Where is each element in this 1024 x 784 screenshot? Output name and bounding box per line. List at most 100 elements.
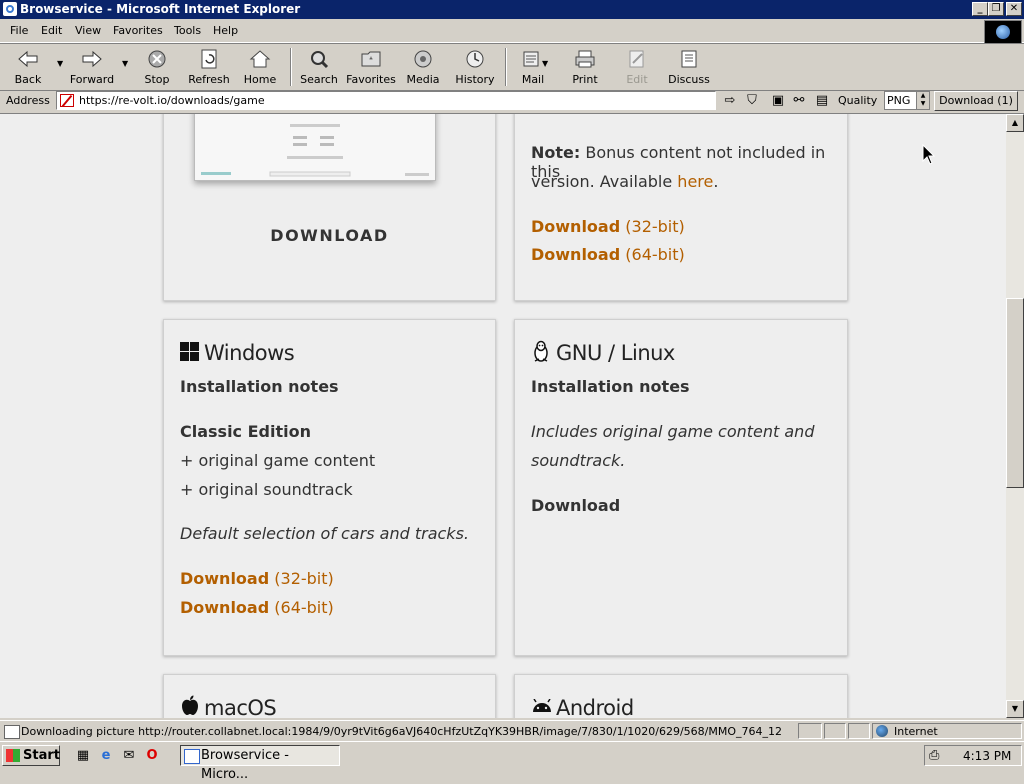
arch-label: (64-bit) bbox=[274, 598, 334, 617]
forward-arrow-icon bbox=[82, 50, 102, 68]
edit-button[interactable]: Edit bbox=[612, 48, 662, 86]
minimize-button[interactable]: _ bbox=[972, 2, 988, 16]
discuss-button[interactable]: Discuss bbox=[664, 48, 714, 86]
forward-dropdown-icon[interactable]: ▼ bbox=[122, 59, 128, 68]
system-tray: ⎙ 4:13 PM bbox=[924, 745, 1022, 766]
windows-download-32bit-link[interactable]: Download (32-bit) bbox=[180, 569, 334, 588]
discuss-icon bbox=[681, 50, 697, 68]
tux-penguin-icon bbox=[534, 340, 548, 362]
favorites-folder-icon bbox=[361, 51, 381, 67]
linux-description-line: soundtrack. bbox=[531, 451, 626, 470]
window-titlebar[interactable]: Browservice - Microsoft Internet Explore… bbox=[0, 0, 1024, 19]
windows-download-64bit-link[interactable]: Download (64-bit) bbox=[180, 598, 334, 617]
clipboard-icon[interactable]: ▤ bbox=[814, 93, 830, 109]
mail-icon bbox=[523, 51, 539, 67]
show-desktop-icon[interactable]: ▦ bbox=[74, 747, 92, 765]
macos-title: macOS bbox=[204, 696, 277, 718]
feature-item: + original soundtrack bbox=[180, 480, 353, 499]
back-dropdown-icon[interactable]: ▼ bbox=[57, 59, 63, 68]
go-arrow-icon[interactable]: ⇨ bbox=[722, 93, 738, 109]
outlook-express-icon[interactable]: ✉ bbox=[120, 747, 138, 765]
close-button[interactable]: ✕ bbox=[1006, 2, 1022, 16]
windows-installation-notes-link[interactable]: Installation notes bbox=[180, 377, 339, 396]
toolbar-separator bbox=[505, 48, 507, 86]
restore-button[interactable]: ❐ bbox=[988, 2, 1004, 16]
feature-item: + original game content bbox=[180, 451, 376, 470]
arch-label: (64-bit) bbox=[625, 245, 685, 264]
menu-file[interactable]: File bbox=[10, 24, 28, 37]
task-label: Browservice - Micro... bbox=[201, 748, 289, 782]
print-button[interactable]: Print bbox=[560, 48, 610, 86]
home-button[interactable]: Home bbox=[235, 48, 285, 86]
status-pane bbox=[798, 723, 822, 739]
history-icon bbox=[466, 50, 484, 68]
menu-help[interactable]: Help bbox=[213, 24, 238, 37]
linux-card: GNU / Linux Installation notes Includes … bbox=[514, 319, 848, 656]
download-64bit-link[interactable]: Download (64-bit) bbox=[531, 245, 685, 264]
quality-spinner-icon[interactable]: ▲ ▼ bbox=[916, 92, 929, 109]
android-card: Android bbox=[514, 674, 848, 718]
opera-icon[interactable]: O bbox=[143, 747, 161, 765]
windows-flag-icon bbox=[6, 749, 20, 762]
history-button[interactable]: History bbox=[450, 48, 500, 86]
address-field[interactable] bbox=[56, 91, 716, 110]
scroll-up-icon[interactable]: ▲ bbox=[1006, 114, 1024, 132]
note-period: . bbox=[713, 172, 719, 191]
stop-button[interactable]: Stop bbox=[132, 48, 182, 86]
taskbar: Start ▦ e ✉ O Browservice - Micro... ⎙ 4… bbox=[0, 741, 1024, 782]
back-button[interactable]: Back bbox=[3, 48, 53, 86]
windows-logo-icon bbox=[180, 342, 199, 361]
toolbar-separator bbox=[290, 48, 292, 86]
menu-edit[interactable]: Edit bbox=[41, 24, 62, 37]
windows-title: Windows bbox=[204, 341, 295, 365]
linux-installation-notes-link[interactable]: Installation notes bbox=[531, 377, 690, 396]
mail-dropdown-icon[interactable]: ▼ bbox=[542, 59, 548, 68]
mail-button[interactable]: Mail bbox=[508, 48, 558, 86]
internet-explorer-icon[interactable]: e bbox=[97, 747, 115, 765]
apple-logo-icon bbox=[182, 695, 198, 715]
download-32bit-link[interactable]: Download (32-bit) bbox=[531, 217, 685, 236]
download-label: Download bbox=[531, 245, 621, 264]
start-button[interactable]: Start bbox=[2, 745, 60, 766]
internet-globe-icon bbox=[876, 725, 888, 737]
scroll-thumb[interactable] bbox=[1006, 298, 1024, 488]
vertical-scrollbar[interactable]: ▲ ▼ bbox=[1006, 114, 1024, 718]
scroll-down-icon[interactable]: ▼ bbox=[1006, 700, 1024, 718]
clock[interactable]: 4:13 PM bbox=[963, 749, 1011, 763]
forward-button[interactable]: Forward bbox=[67, 48, 117, 86]
refresh-icon bbox=[201, 49, 217, 69]
arch-label: (32-bit) bbox=[274, 569, 334, 588]
back-arrow-icon bbox=[18, 50, 38, 68]
download-button[interactable]: Download (1) bbox=[934, 91, 1018, 111]
download-link[interactable]: DOWNLOAD bbox=[164, 226, 495, 245]
arch-label: (32-bit) bbox=[625, 217, 685, 236]
favorites-button[interactable]: Favorites bbox=[346, 48, 396, 86]
search-button[interactable]: Search bbox=[294, 48, 344, 86]
taskbar-item-browservice[interactable]: Browservice - Micro... bbox=[180, 745, 340, 782]
bookmark-icon[interactable]: ⛉ bbox=[744, 93, 760, 109]
stop-icon bbox=[148, 50, 166, 68]
menu-favorites[interactable]: Favorites bbox=[113, 24, 163, 37]
edit-page-icon bbox=[629, 50, 644, 68]
quality-label: Quality bbox=[838, 94, 878, 107]
find-binoculars-icon[interactable]: ⚯ bbox=[791, 93, 807, 109]
macos-card: macOS bbox=[163, 674, 496, 718]
quality-select[interactable]: PNG ▲ ▼ bbox=[884, 91, 930, 110]
menu-tools[interactable]: Tools bbox=[174, 24, 201, 37]
windows-description: Default selection of cars and tracks. bbox=[180, 524, 469, 543]
printer-icon bbox=[575, 50, 595, 68]
note-text-2: version. Available bbox=[531, 172, 673, 191]
download-card-top-left: DOWNLOAD bbox=[163, 114, 496, 301]
note-here-link[interactable]: here bbox=[677, 172, 713, 191]
linux-download-link[interactable]: Download bbox=[531, 496, 620, 515]
no-image-icon bbox=[60, 94, 74, 107]
refresh-button[interactable]: Refresh bbox=[184, 48, 234, 86]
media-button[interactable]: Media bbox=[398, 48, 448, 86]
screenshot-thumbnail bbox=[194, 114, 436, 181]
page-icon[interactable]: ▣ bbox=[770, 93, 786, 109]
url-input[interactable] bbox=[77, 93, 711, 108]
network-icon[interactable]: ⎙ bbox=[929, 748, 939, 763]
ie-icon bbox=[3, 2, 17, 16]
menu-view[interactable]: View bbox=[75, 24, 101, 37]
android-logo-icon bbox=[533, 699, 551, 712]
